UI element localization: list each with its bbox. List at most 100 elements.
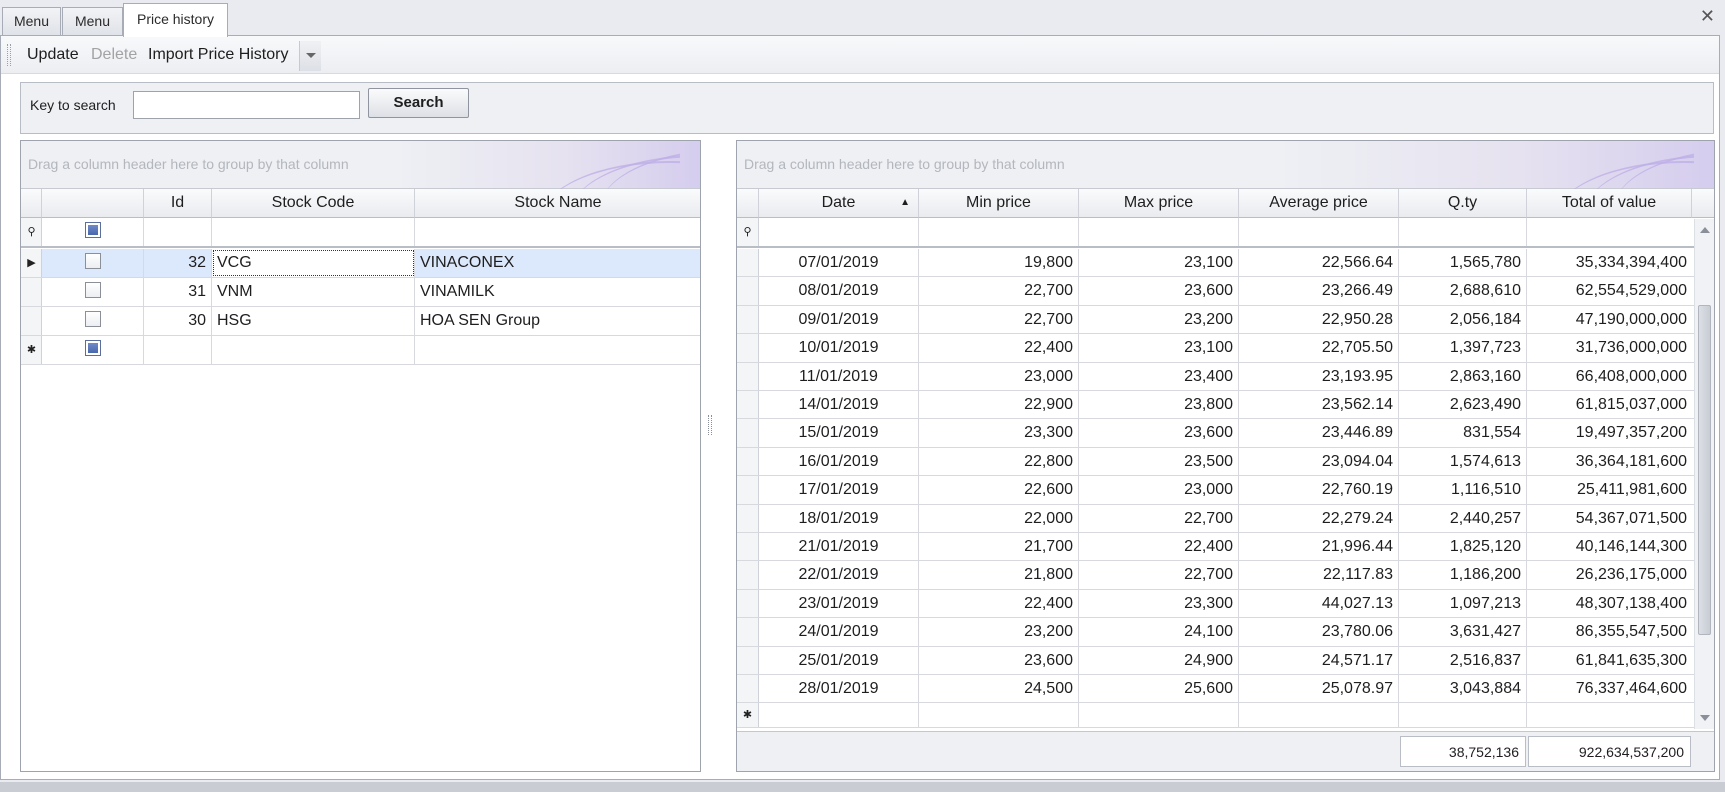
cell-min-price[interactable]: 21,700	[919, 533, 1079, 561]
cell-min-price[interactable]: 22,400	[919, 334, 1079, 362]
cell-date[interactable]: 25/01/2019	[759, 646, 919, 674]
row-indicator[interactable]	[737, 589, 759, 618]
cell-average-price[interactable]: 22,950.28	[1239, 305, 1399, 334]
column-header-id[interactable]: Id	[144, 189, 212, 218]
cell-max-price[interactable]: 23,400	[1079, 362, 1239, 390]
table-row[interactable]: ▶ 32 VCG VINACONEX	[21, 249, 700, 278]
cell-total-value[interactable]: 40,146,144,300	[1527, 533, 1692, 560]
cell-max-price[interactable]: 24,900	[1079, 646, 1239, 674]
cell-stock-code[interactable]: VCG	[212, 249, 415, 277]
filter-cell-id[interactable]	[144, 218, 212, 246]
cell-qty[interactable]: 2,863,160	[1399, 362, 1527, 390]
cell-stock-name[interactable]: VINACONEX	[415, 249, 700, 277]
row-indicator[interactable]	[737, 334, 759, 362]
cell-average-price[interactable]: 24,571.17	[1239, 646, 1399, 674]
cell-qty[interactable]: 1,574,613	[1399, 447, 1527, 476]
row-indicator[interactable]	[737, 249, 759, 277]
cell-average-price[interactable]: 22,279.24	[1239, 504, 1399, 532]
new-row-checkbox[interactable]	[84, 340, 101, 357]
cell-min-price[interactable]: 23,300	[919, 419, 1079, 447]
cell-date[interactable]: 08/01/2019	[759, 277, 919, 305]
cell-average-price[interactable]: 22,760.19	[1239, 476, 1399, 504]
row-indicator[interactable]	[737, 476, 759, 504]
column-header-min-price[interactable]: Min price	[919, 189, 1079, 218]
cell-total-value[interactable]: 66,408,000,000	[1527, 363, 1692, 390]
close-icon[interactable]: ✕	[1700, 6, 1715, 27]
table-row[interactable]: 11/01/2019 23,000 23,400 23,193.95 2,863,160…	[737, 362, 1694, 391]
cell-max-price[interactable]: 24,100	[1079, 618, 1239, 646]
new-row-cell-stock-name[interactable]	[415, 336, 700, 364]
row-indicator[interactable]	[737, 618, 759, 646]
cell-stock-code[interactable]: VNM	[212, 278, 415, 306]
scroll-up-icon[interactable]	[1700, 227, 1710, 233]
cell-date[interactable]: 18/01/2019	[759, 504, 919, 532]
tab-menu-1[interactable]: Menu	[2, 7, 61, 36]
cell-date[interactable]: 14/01/2019	[759, 391, 919, 419]
filter-cell-qty[interactable]	[1399, 218, 1527, 246]
row-indicator[interactable]	[737, 277, 759, 305]
cell-qty[interactable]: 2,516,837	[1399, 646, 1527, 674]
toolbar-grip[interactable]	[7, 44, 11, 66]
cell-average-price[interactable]: 23,562.14	[1239, 391, 1399, 419]
cell-min-price[interactable]: 22,700	[919, 277, 1079, 305]
table-row[interactable]: 21/01/2019 21,700 22,400 21,996.44 1,825,120…	[737, 533, 1694, 562]
cell-qty[interactable]: 3,631,427	[1399, 618, 1527, 646]
cell-average-price[interactable]: 23,094.04	[1239, 447, 1399, 476]
row-indicator[interactable]	[737, 391, 759, 419]
cell-max-price[interactable]: 23,500	[1079, 447, 1239, 476]
new-row-cell-total-value[interactable]	[1527, 703, 1692, 727]
cell-date[interactable]: 23/01/2019	[759, 589, 919, 618]
row-indicator[interactable]	[737, 305, 759, 334]
cell-max-price[interactable]: 23,600	[1079, 277, 1239, 305]
scroll-thumb[interactable]	[1698, 305, 1711, 635]
row-indicator[interactable]	[737, 675, 759, 703]
row-indicator[interactable]	[737, 362, 759, 390]
column-header-date[interactable]: Date ▲	[759, 189, 919, 218]
row-indicator[interactable]	[737, 447, 759, 476]
update-button[interactable]: Update	[27, 36, 79, 74]
cell-date[interactable]: 21/01/2019	[759, 533, 919, 561]
cell-qty[interactable]: 1,186,200	[1399, 561, 1527, 589]
cell-min-price[interactable]: 22,700	[919, 305, 1079, 334]
cell-total-value[interactable]: 48,307,138,400	[1527, 590, 1692, 617]
cell-qty[interactable]: 1,565,780	[1399, 249, 1527, 277]
table-row[interactable]: 31 VNM VINAMILK	[21, 278, 700, 307]
cell-min-price[interactable]: 19,800	[919, 249, 1079, 277]
cell-qty[interactable]: 1,097,213	[1399, 589, 1527, 618]
cell-min-price[interactable]: 22,900	[919, 391, 1079, 419]
cell-qty[interactable]: 1,116,510	[1399, 476, 1527, 504]
scroll-down-icon[interactable]	[1700, 715, 1710, 721]
row-checkbox[interactable]	[84, 282, 101, 299]
cell-id[interactable]: 32	[144, 249, 212, 277]
row-checkbox[interactable]	[84, 253, 101, 270]
filter-cell-max-price[interactable]	[1079, 218, 1239, 246]
column-header-max-price[interactable]: Max price	[1079, 189, 1239, 218]
table-row[interactable]: 28/01/2019 24,500 25,600 25,078.97 3,043,884…	[737, 675, 1694, 704]
cell-average-price[interactable]: 22,566.64	[1239, 249, 1399, 277]
cell-date[interactable]: 28/01/2019	[759, 675, 919, 703]
row-checkbox[interactable]	[84, 311, 101, 328]
panel-splitter[interactable]	[708, 415, 712, 435]
cell-date[interactable]: 17/01/2019	[759, 476, 919, 504]
table-row[interactable]: 22/01/2019 21,800 22,700 22,117.83 1,186,200…	[737, 561, 1694, 590]
table-row[interactable]: 15/01/2019 23,300 23,600 23,446.89 831,554 19…	[737, 419, 1694, 448]
new-row-cell-id[interactable]	[144, 336, 212, 364]
cell-qty[interactable]: 2,440,257	[1399, 504, 1527, 532]
tab-price-history[interactable]: Price history	[123, 3, 228, 37]
table-row[interactable]: 09/01/2019 22,700 23,200 22,950.28 2,056,184…	[737, 305, 1694, 335]
cell-id[interactable]: 30	[144, 307, 212, 335]
new-row-cell-date[interactable]	[759, 703, 919, 728]
row-indicator[interactable]	[737, 419, 759, 447]
cell-date[interactable]: 22/01/2019	[759, 561, 919, 589]
table-row[interactable]: 07/01/2019 19,800 23,100 22,566.64 1,565,780…	[737, 249, 1694, 278]
new-row-cell-qty[interactable]	[1399, 703, 1527, 728]
table-row[interactable]: 08/01/2019 22,700 23,600 23,266.49 2,688,610…	[737, 277, 1694, 306]
cell-min-price[interactable]: 24,500	[919, 675, 1079, 703]
cell-stock-code[interactable]: HSG	[212, 307, 415, 335]
cell-min-price[interactable]: 23,000	[919, 362, 1079, 390]
filter-cell-date[interactable]	[759, 218, 919, 246]
new-item-row[interactable]: ✱	[21, 336, 700, 365]
column-header-qty[interactable]: Q.ty	[1399, 189, 1527, 218]
cell-average-price[interactable]: 22,705.50	[1239, 334, 1399, 362]
search-button[interactable]: Search	[368, 88, 469, 118]
